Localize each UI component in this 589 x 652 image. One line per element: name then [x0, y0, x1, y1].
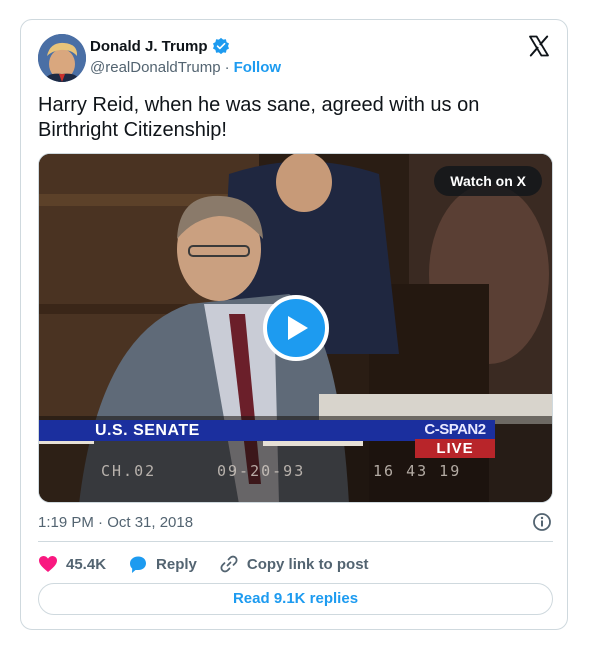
stamp-date: 09-20-93	[217, 462, 306, 480]
author-name[interactable]: Donald J. Trump	[90, 38, 208, 55]
author-name-row: Donald J. Trump	[90, 37, 230, 55]
author-handle[interactable]: @realDonaldTrump	[90, 59, 221, 76]
like-button[interactable]: 45.4K	[38, 555, 106, 573]
copy-link-button[interactable]: Copy link to post	[219, 554, 369, 574]
copy-link-label: Copy link to post	[246, 555, 369, 573]
timestamp[interactable]: 1:19 PM · Oct 31, 2018	[38, 514, 193, 531]
tweet-card: Donald J. Trump @realDonaldTrump · Follo…	[20, 19, 568, 630]
video-player[interactable]: Watch on X U.S. SENATE C-SPAN2 LIVE CH.0…	[38, 153, 553, 503]
reply-button[interactable]: Reply	[128, 555, 197, 574]
stamp-time: 16 43 19	[373, 462, 462, 480]
heart-icon	[39, 556, 57, 572]
action-bar: 45.4K Reply Copy link to post	[38, 554, 391, 574]
stamp-channel: CH.02	[101, 462, 157, 480]
reply-label: Reply	[156, 555, 197, 573]
follow-button[interactable]: Follow	[234, 59, 282, 76]
x-logo-icon[interactable]	[527, 34, 551, 58]
live-label: LIVE	[415, 439, 495, 458]
play-button[interactable]	[263, 295, 329, 361]
reply-bubble-icon	[130, 556, 147, 573]
avatar-image	[38, 34, 86, 82]
info-icon[interactable]	[532, 512, 552, 532]
read-replies-button[interactable]: Read 9.1K replies	[38, 583, 553, 615]
senate-label: U.S. SENATE	[95, 422, 200, 439]
author-handle-row: @realDonaldTrump · Follow	[90, 59, 281, 76]
verified-badge-icon	[212, 37, 229, 55]
link-icon	[220, 555, 238, 573]
watch-on-x-button[interactable]: Watch on X	[434, 166, 542, 196]
network-label: C-SPAN2	[415, 420, 495, 439]
tweet-text: Harry Reid, when he was sane, agreed wit…	[38, 94, 480, 141]
like-count: 45.4K	[66, 555, 107, 573]
divider	[38, 541, 553, 542]
separator-dot: ·	[224, 59, 230, 76]
play-icon	[288, 316, 308, 340]
avatar[interactable]	[38, 34, 86, 82]
